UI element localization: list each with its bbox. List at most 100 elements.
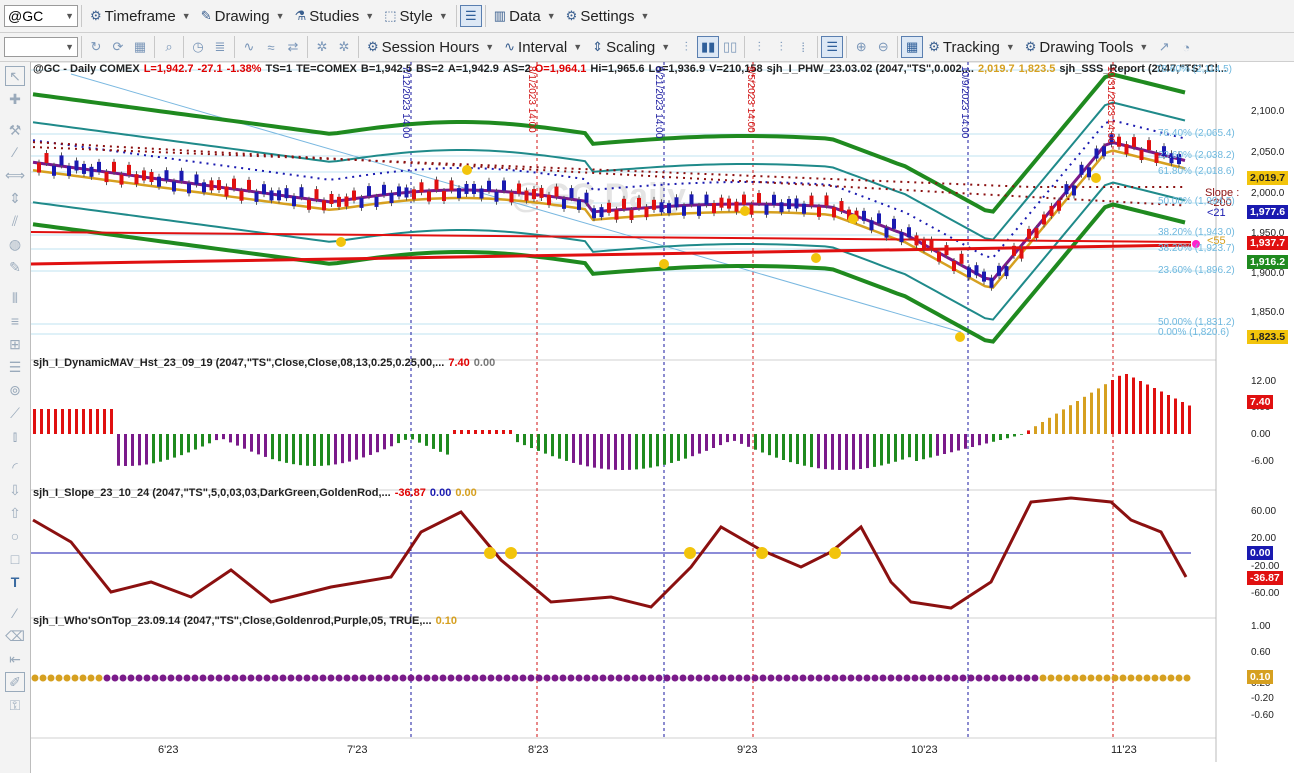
arrow-down-icon[interactable]: ⇩ <box>5 480 25 500</box>
shuffle-icon[interactable]: ⇄ <box>282 36 304 58</box>
reload-icon[interactable]: ⟳ <box>107 36 129 58</box>
histogram-bar <box>250 434 253 452</box>
drawing-label: Drawing <box>214 7 270 25</box>
separator <box>358 36 359 58</box>
horizontal-line-icon[interactable]: ⟺ <box>5 165 25 185</box>
header-field: A=1,942.9 <box>447 63 499 75</box>
arrow-up-icon[interactable]: ⇧ <box>5 503 25 523</box>
x-label: 9'23 <box>737 744 758 756</box>
trend-icon[interactable]: ↗ <box>1153 36 1175 58</box>
fib-label: 50.00% (1,994.5) <box>1158 196 1235 207</box>
zoom-chart-icon[interactable]: ⌕ <box>158 36 180 58</box>
chart-settings-icon[interactable]: ◔ <box>1175 36 1197 58</box>
hlc-icon[interactable]: ⫶ <box>770 36 792 58</box>
text-icon[interactable]: T <box>5 572 25 592</box>
lines-icon[interactable]: ☰ <box>5 357 25 377</box>
candle-body <box>929 239 934 250</box>
settings-menu[interactable]: ⚙ Settings ▼ <box>561 4 655 28</box>
chart-area[interactable]: @GC Daily @GC - Daily COMEX L=1,942.7 -27.… <box>31 62 1294 773</box>
arc-icon[interactable]: ◜ <box>5 457 25 477</box>
drawing-tools-menu[interactable]: ⚙ Drawing Tools ▼ <box>1020 35 1154 59</box>
tracking-menu[interactable]: ⚙ Tracking ▼ <box>923 35 1020 59</box>
spread-icon[interactable]: ⫾ <box>5 426 25 446</box>
candle-body <box>1117 136 1121 147</box>
wrench-icon[interactable]: ⚒ <box>5 120 25 140</box>
channel-icon[interactable]: ⫽ <box>5 211 25 231</box>
layout-icon[interactable]: ☰ <box>459 5 482 27</box>
data-window-icon[interactable]: ▦ <box>901 36 924 58</box>
histogram-bar <box>796 434 799 465</box>
style-menu[interactable]: ⬚ Style ▼ <box>379 4 453 28</box>
candle-body <box>809 195 814 206</box>
hollow-candle-icon[interactable]: ▯▯ <box>719 36 741 58</box>
refresh-icon[interactable]: ↻ <box>85 36 107 58</box>
chevron-down-icon: ▼ <box>640 11 650 21</box>
whos-on-top-dot <box>655 674 663 682</box>
data-menu[interactable]: ▥ Data ▼ <box>489 4 561 28</box>
candle-body <box>659 202 664 213</box>
timeframe-menu[interactable]: ⚙ Timeframe ▼ <box>85 4 196 28</box>
layout-icon[interactable]: ☰ <box>821 36 844 58</box>
draw-mode-icon[interactable]: ✐ <box>5 672 25 692</box>
bars-icon[interactable]: ⦀ <box>5 288 25 308</box>
list-icon[interactable]: ≣ <box>209 36 231 58</box>
pencil-icon[interactable]: ✎ <box>5 257 25 277</box>
histogram-bar <box>635 434 638 470</box>
fibonacci-icon[interactable]: ◍ <box>5 234 25 254</box>
whos-on-top-dot <box>159 674 167 682</box>
collapse-icon[interactable]: ⇤ <box>5 649 25 669</box>
histogram-bar <box>775 434 778 458</box>
candle-body <box>194 174 199 185</box>
ruler-icon[interactable]: ⁄ <box>5 603 25 623</box>
session-hours-menu[interactable]: ⚙ Session Hours ▼ <box>362 35 499 59</box>
ohlc-icon[interactable]: ⫶ <box>748 36 770 58</box>
pointer-icon[interactable]: ↖ <box>5 66 25 86</box>
trendline-icon[interactable]: ∕ <box>5 142 25 162</box>
dot-chart-icon[interactable]: ⁞ <box>792 36 814 58</box>
studies-menu[interactable]: ⚗ Studies ▼ <box>290 4 380 28</box>
grid-icon[interactable]: ▦ <box>129 36 151 58</box>
bar-chart-icon[interactable]: ⫶ <box>675 36 697 58</box>
slope-signal-dot <box>684 547 696 559</box>
chart-canvas[interactable]: @GC Daily <box>31 62 1294 773</box>
interval-menu[interactable]: ∿ Interval ▼ <box>499 35 587 59</box>
histogram-bar <box>992 434 995 442</box>
header-field: sjh_I_PHW_23.03.02 (2047,"TS",0.002,... <box>766 63 974 75</box>
symbol-input[interactable]: @GC ▼ <box>4 5 78 27</box>
histogram-bar <box>656 434 659 467</box>
candle-body <box>382 184 386 195</box>
rectangle-icon[interactable]: □ <box>5 549 25 569</box>
crosshair-icon[interactable]: ✚ <box>5 89 25 109</box>
histogram-bar <box>299 434 302 466</box>
wave-icon[interactable]: ≈ <box>260 36 282 58</box>
line-icon[interactable]: ∿ <box>238 36 260 58</box>
gear-small-icon[interactable]: ✲ <box>311 36 333 58</box>
zoom-in-icon[interactable]: ⊕ <box>850 36 872 58</box>
level-icon[interactable]: ≡ <box>5 311 25 331</box>
panel4-value: 0.10 <box>435 615 457 627</box>
histogram-bar <box>341 434 344 464</box>
eraser-icon[interactable]: ⌫ <box>5 626 25 646</box>
candle-body <box>892 218 896 229</box>
scaling-menu[interactable]: ⇕ Scaling ▼ <box>587 35 675 59</box>
vertical-line-icon[interactable]: ⇕ <box>5 188 25 208</box>
speed-icon[interactable]: ⟋ <box>5 403 25 423</box>
whos-on-top-dot <box>663 674 671 682</box>
ellipse-icon[interactable]: ○ <box>5 526 25 546</box>
interval-input[interactable]: ▼ <box>4 37 78 57</box>
gann-icon[interactable]: ⊞ <box>5 334 25 354</box>
whos-on-top-dot <box>519 674 527 682</box>
histogram-bar <box>145 434 148 465</box>
candle-body <box>674 197 679 208</box>
zoom-out-icon[interactable]: ⊖ <box>872 36 894 58</box>
clock-icon[interactable]: ◷ <box>187 36 209 58</box>
histogram-bar <box>502 430 505 434</box>
chevron-down-icon: ▼ <box>546 11 556 21</box>
candle-body <box>157 176 161 187</box>
gears-icon[interactable]: ✲ <box>333 36 355 58</box>
drawing-menu[interactable]: ✎ Drawing ▼ <box>196 4 290 28</box>
lock-icon[interactable]: ⚿ <box>5 695 25 715</box>
histogram-bar <box>978 434 981 446</box>
cycle-icon[interactable]: ⊚ <box>5 380 25 400</box>
candlestick-icon[interactable]: ▮▮ <box>697 36 720 58</box>
